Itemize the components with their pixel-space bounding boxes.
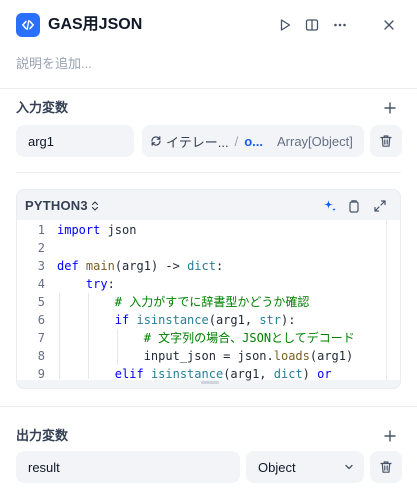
line-number: 4 bbox=[37, 277, 45, 291]
line-number: 1 bbox=[37, 223, 45, 237]
close-icon[interactable] bbox=[378, 14, 400, 36]
reference-variable-type: Array[Object] bbox=[276, 133, 353, 149]
more-options-icon[interactable] bbox=[329, 14, 351, 36]
copy-icon[interactable] bbox=[346, 198, 362, 214]
input-variable-name-field[interactable]: arg1 bbox=[16, 125, 134, 157]
line-number: 8 bbox=[37, 349, 45, 363]
line-number: 3 bbox=[37, 259, 45, 273]
add-output-variable-icon[interactable] bbox=[381, 427, 399, 445]
reference-separator: / bbox=[234, 133, 239, 149]
code-line: def main(arg1) -> dict: bbox=[57, 259, 224, 273]
divider bbox=[0, 88, 417, 89]
ai-generate-icon[interactable] bbox=[322, 198, 338, 214]
add-input-variable-icon[interactable] bbox=[381, 99, 399, 117]
output-type-select[interactable]: Object bbox=[246, 451, 364, 483]
iteration-icon bbox=[150, 135, 162, 147]
reference-variable-name: o... bbox=[244, 133, 263, 149]
code-line: input_json = json.loads(arg1) bbox=[57, 349, 354, 363]
line-number: 7 bbox=[37, 331, 45, 345]
line-number: 9 bbox=[37, 367, 45, 381]
trash-icon bbox=[379, 134, 393, 148]
divider bbox=[16, 172, 401, 173]
output-variable-name-field[interactable]: result bbox=[16, 451, 240, 483]
node-header: GAS用JSON bbox=[0, 0, 417, 50]
resize-handle[interactable] bbox=[201, 381, 219, 384]
run-icon[interactable] bbox=[274, 14, 296, 36]
description-field[interactable]: 説明を追加... bbox=[16, 55, 92, 73]
panel-layout-icon[interactable] bbox=[301, 14, 323, 36]
line-number: 5 bbox=[37, 295, 45, 309]
code-line: import json bbox=[57, 223, 137, 237]
output-variables-title: 出力変数 bbox=[16, 428, 69, 443]
expand-icon[interactable] bbox=[372, 198, 388, 214]
code-editor-toolbar: PYTHON3 bbox=[17, 190, 400, 222]
delete-output-variable-button[interactable] bbox=[370, 451, 402, 483]
code-editor: PYTHON3 1 2 3 4 5 6 7 8 9 import json de… bbox=[16, 189, 401, 389]
delete-input-variable-button[interactable] bbox=[370, 125, 402, 157]
code-line: # 文字列の場合、JSONとしてデコード bbox=[143, 331, 355, 345]
code-line: # 入力がすでに辞書型かどうか確認 bbox=[114, 295, 310, 309]
code-line: try: bbox=[85, 277, 115, 291]
line-number: 2 bbox=[37, 241, 45, 255]
code-node-icon bbox=[16, 13, 40, 37]
divider bbox=[0, 406, 417, 407]
chevron-down-icon bbox=[344, 462, 354, 472]
variable-reference-selector[interactable]: イテレー... / o... Array[Object] bbox=[142, 125, 364, 157]
code-line: elif isinstance(arg1, dict) or bbox=[114, 367, 332, 381]
code-line: if isinstance(arg1, str): bbox=[114, 313, 296, 327]
trash-icon bbox=[379, 460, 393, 474]
chevron-up-down-icon bbox=[91, 200, 99, 212]
language-label: PYTHON3 bbox=[25, 198, 88, 213]
input-variables-title: 入力変数 bbox=[16, 100, 69, 115]
language-selector[interactable]: PYTHON3 bbox=[25, 198, 99, 213]
code-area[interactable]: 1 2 3 4 5 6 7 8 9 import json def main(a… bbox=[17, 220, 400, 381]
vertical-ruler bbox=[386, 220, 387, 380]
reference-node-name: イテレー... bbox=[166, 134, 229, 150]
output-type-value: Object bbox=[258, 459, 296, 475]
node-title[interactable]: GAS用JSON bbox=[48, 14, 142, 36]
line-number: 6 bbox=[37, 313, 45, 327]
